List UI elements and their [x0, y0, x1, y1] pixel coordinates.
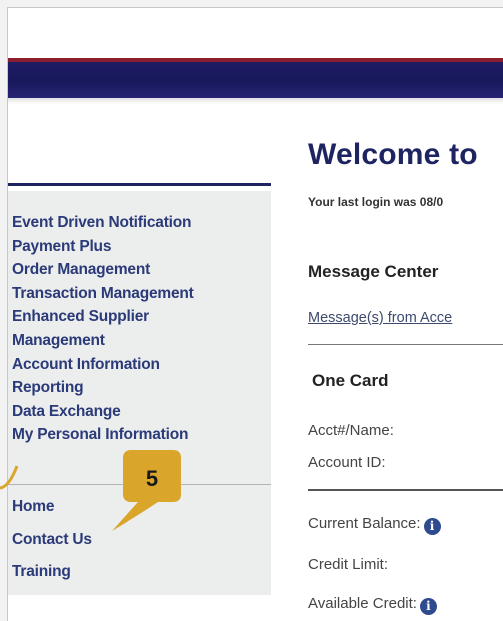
callout-pointer-left [0, 465, 19, 490]
callout-number: 5 [145, 466, 159, 491]
callout-graphics [0, 450, 181, 531]
